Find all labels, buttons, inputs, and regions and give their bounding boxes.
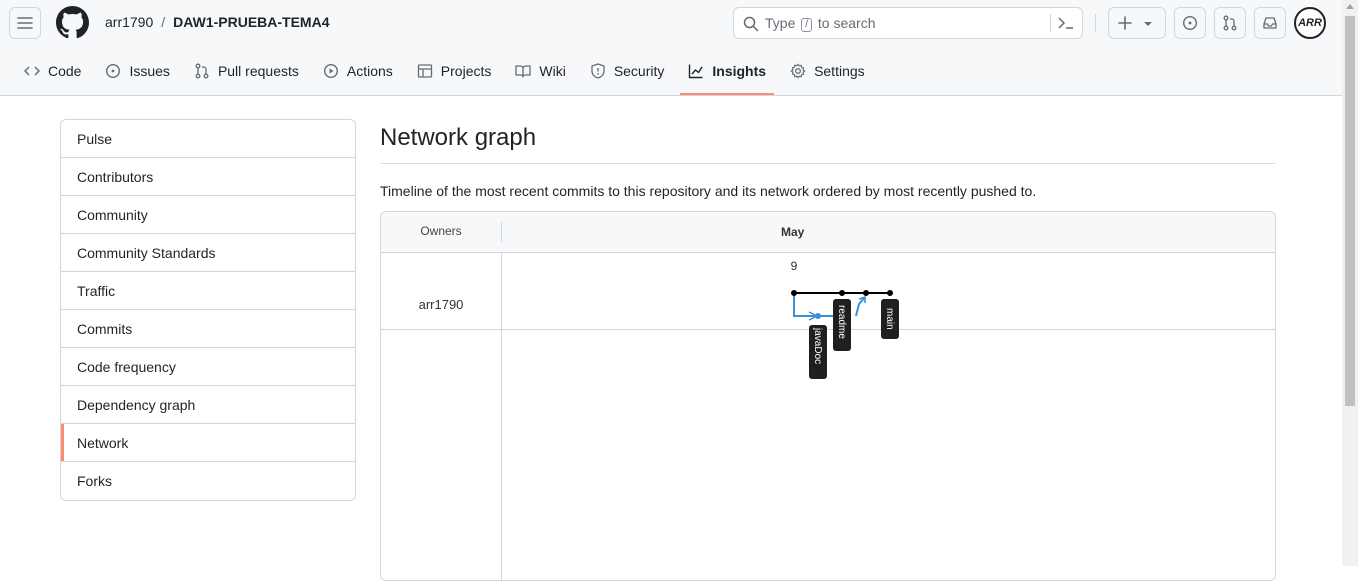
- scroll-up-icon[interactable]: [1346, 4, 1354, 9]
- graph-icon: [689, 64, 703, 79]
- play-icon: [323, 63, 338, 79]
- search-placeholder-before: Type: [765, 15, 796, 31]
- branch-label-text: readme: [836, 305, 847, 339]
- tab-actions[interactable]: Actions: [315, 56, 401, 86]
- sidebar-item-pulse[interactable]: Pulse: [61, 120, 355, 158]
- tab-label: Code: [48, 63, 82, 79]
- tab-projects[interactable]: Projects: [409, 56, 500, 86]
- git-pull-request-icon: [1223, 15, 1237, 31]
- sidebar-item-community-standards[interactable]: Community Standards: [61, 234, 355, 272]
- commit-dot[interactable]: [839, 290, 845, 296]
- javadoc-branch-line: [793, 293, 817, 317]
- branch-label-main[interactable]: main: [881, 299, 899, 339]
- inbox-button[interactable]: [1254, 7, 1286, 39]
- tab-settings[interactable]: Settings: [782, 56, 873, 86]
- repo-tabs: Code Issues Pull requests Actions Projec…: [16, 56, 881, 95]
- tab-label: Issues: [129, 63, 170, 79]
- tab-security[interactable]: Security: [582, 56, 673, 86]
- header-divider: [1095, 14, 1096, 32]
- search-divider: [1050, 14, 1051, 32]
- merge-line: [855, 296, 866, 317]
- search-placeholder-after: to search: [817, 15, 876, 31]
- title-divider: [380, 163, 1276, 164]
- search-placeholder: Type / to search: [765, 15, 876, 32]
- commit-dot[interactable]: [863, 290, 869, 296]
- branch-label-text: javaDoc: [812, 327, 823, 364]
- command-palette-icon[interactable]: [1057, 15, 1075, 31]
- network-graph[interactable]: Owners May arr1790 9 javaDoc readme main: [380, 211, 1276, 581]
- scrollbar-thumb[interactable]: [1345, 16, 1355, 406]
- commit-dot[interactable]: [815, 313, 821, 319]
- tab-code[interactable]: Code: [16, 56, 89, 86]
- issues-button[interactable]: [1174, 7, 1206, 39]
- day-label: 9: [791, 259, 798, 273]
- sidebar-item-commits[interactable]: Commits: [61, 310, 355, 348]
- branch-label-readme[interactable]: readme: [833, 299, 851, 351]
- tab-insights[interactable]: Insights: [680, 56, 774, 95]
- app-header: arr1790 / DAW1-PRUEBA-TEMA4 Type / to se…: [0, 0, 1342, 96]
- branch-label-javadoc[interactable]: javaDoc: [809, 325, 827, 379]
- sidebar-item-community[interactable]: Community: [61, 196, 355, 234]
- search-icon: [743, 16, 759, 32]
- code-icon: [24, 66, 40, 76]
- pull-request-icon: [195, 63, 209, 79]
- page-description: Timeline of the most recent commits to t…: [380, 183, 1037, 199]
- tab-label: Projects: [440, 63, 492, 79]
- branch-label-text: main: [884, 308, 895, 330]
- issue-opened-icon: [1182, 15, 1198, 31]
- inbox-icon: [1263, 17, 1277, 29]
- avatar[interactable]: ARR: [1294, 7, 1326, 39]
- triangle-down-icon: [1144, 22, 1152, 26]
- sidebar-item-code-frequency[interactable]: Code frequency: [61, 348, 355, 386]
- sidebar-item-forks[interactable]: Forks: [61, 462, 355, 500]
- gear-icon: [790, 63, 806, 79]
- owner-link[interactable]: arr1790: [105, 14, 153, 30]
- tab-label: Security: [613, 63, 665, 79]
- commit-dot[interactable]: [791, 290, 797, 296]
- book-icon: [515, 65, 532, 78]
- sidebar-item-network[interactable]: Network: [61, 424, 355, 462]
- create-new-button[interactable]: [1108, 7, 1166, 39]
- network-canvas[interactable]: 9 javaDoc readme main: [381, 212, 1276, 581]
- tab-label: Wiki: [539, 63, 566, 79]
- insights-sidebar: Pulse Contributors Community Community S…: [60, 119, 356, 501]
- search-input[interactable]: Type / to search: [733, 7, 1083, 39]
- tab-pull-requests[interactable]: Pull requests: [186, 56, 307, 86]
- hamburger-icon: [17, 17, 33, 29]
- sidebar-item-traffic[interactable]: Traffic: [61, 272, 355, 310]
- tab-label: Pull requests: [217, 63, 299, 79]
- repo-link[interactable]: DAW1-PRUEBA-TEMA4: [173, 14, 329, 30]
- github-logo-icon[interactable]: [56, 6, 89, 39]
- breadcrumb-separator: /: [161, 14, 166, 30]
- plus-icon: [1118, 16, 1132, 30]
- commit-dot[interactable]: [887, 290, 893, 296]
- table-icon: [417, 64, 432, 78]
- page-scrollbar[interactable]: [1342, 0, 1358, 566]
- tab-label: Settings: [814, 63, 865, 79]
- sidebar-item-dependency-graph[interactable]: Dependency graph: [61, 386, 355, 424]
- page-title: Network graph: [380, 124, 537, 151]
- issue-icon: [106, 63, 121, 79]
- breadcrumb: arr1790 / DAW1-PRUEBA-TEMA4: [105, 14, 330, 30]
- shield-icon: [591, 63, 605, 79]
- tab-wiki[interactable]: Wiki: [507, 56, 573, 86]
- search-shortcut-key: /: [801, 18, 813, 32]
- sidebar-item-contributors[interactable]: Contributors: [61, 158, 355, 196]
- tab-issues[interactable]: Issues: [97, 56, 177, 86]
- pull-requests-button[interactable]: [1214, 7, 1246, 39]
- tab-label: Actions: [346, 63, 393, 79]
- tab-label: Insights: [712, 63, 767, 79]
- menu-button[interactable]: [9, 7, 41, 39]
